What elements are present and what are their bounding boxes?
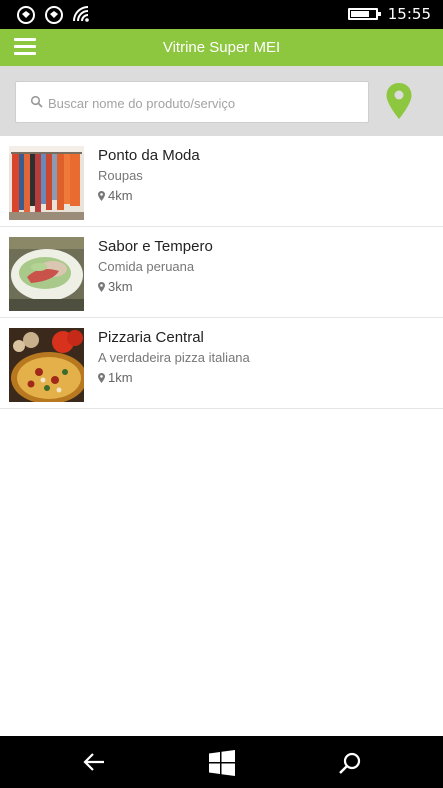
back-arrow-icon[interactable] (82, 751, 106, 773)
item-name: Sabor e Tempero (98, 238, 213, 255)
map-pin-icon (98, 372, 105, 383)
item-name: Ponto da Moda (98, 147, 200, 164)
map-pin-icon (98, 281, 105, 292)
app-header: Vitrine Super MEI (0, 29, 443, 66)
system-nav-bar (0, 736, 443, 788)
search-input[interactable] (48, 93, 358, 113)
business-list: Ponto da Moda Roupas 4km Sabor e Tempero… (0, 136, 443, 409)
map-pin-icon (98, 190, 105, 201)
clock: 15:55 (387, 5, 431, 23)
notification-icon (17, 6, 35, 24)
search-bar-area (0, 66, 443, 136)
item-category: Roupas (98, 168, 143, 183)
list-item[interactable]: Sabor e Tempero Comida peruana 3km (0, 227, 443, 318)
status-bar: 15:55 (0, 0, 443, 29)
search-icon[interactable] (338, 751, 362, 775)
windows-start-icon[interactable] (209, 750, 235, 776)
notification-icon (45, 6, 63, 24)
pizza-photo (9, 328, 84, 402)
status-right: 15:55 (347, 5, 431, 23)
item-distance: 3km (108, 279, 133, 294)
search-icon (30, 95, 43, 108)
list-item[interactable]: Ponto da Moda Roupas 4km (0, 136, 443, 227)
item-category: A verdadeira pizza italiana (98, 350, 250, 365)
distance-row: 3km (98, 279, 133, 294)
item-category: Comida peruana (98, 259, 195, 274)
location-pin-icon[interactable] (385, 82, 413, 120)
status-icons (16, 5, 92, 25)
search-box[interactable] (15, 81, 369, 123)
peruvian-food-photo (9, 237, 84, 311)
wifi-icon (73, 6, 89, 22)
distance-row: 4km (98, 188, 133, 203)
item-distance: 1km (108, 370, 133, 385)
page-title: Vitrine Super MEI (162, 39, 281, 56)
clothing-rack-photo (9, 146, 84, 220)
distance-row: 1km (98, 370, 133, 385)
item-distance: 4km (108, 188, 133, 203)
item-name: Pizzaria Central (98, 329, 204, 346)
battery-icon (347, 8, 381, 20)
list-item[interactable]: Pizzaria Central A verdadeira pizza ital… (0, 318, 443, 409)
